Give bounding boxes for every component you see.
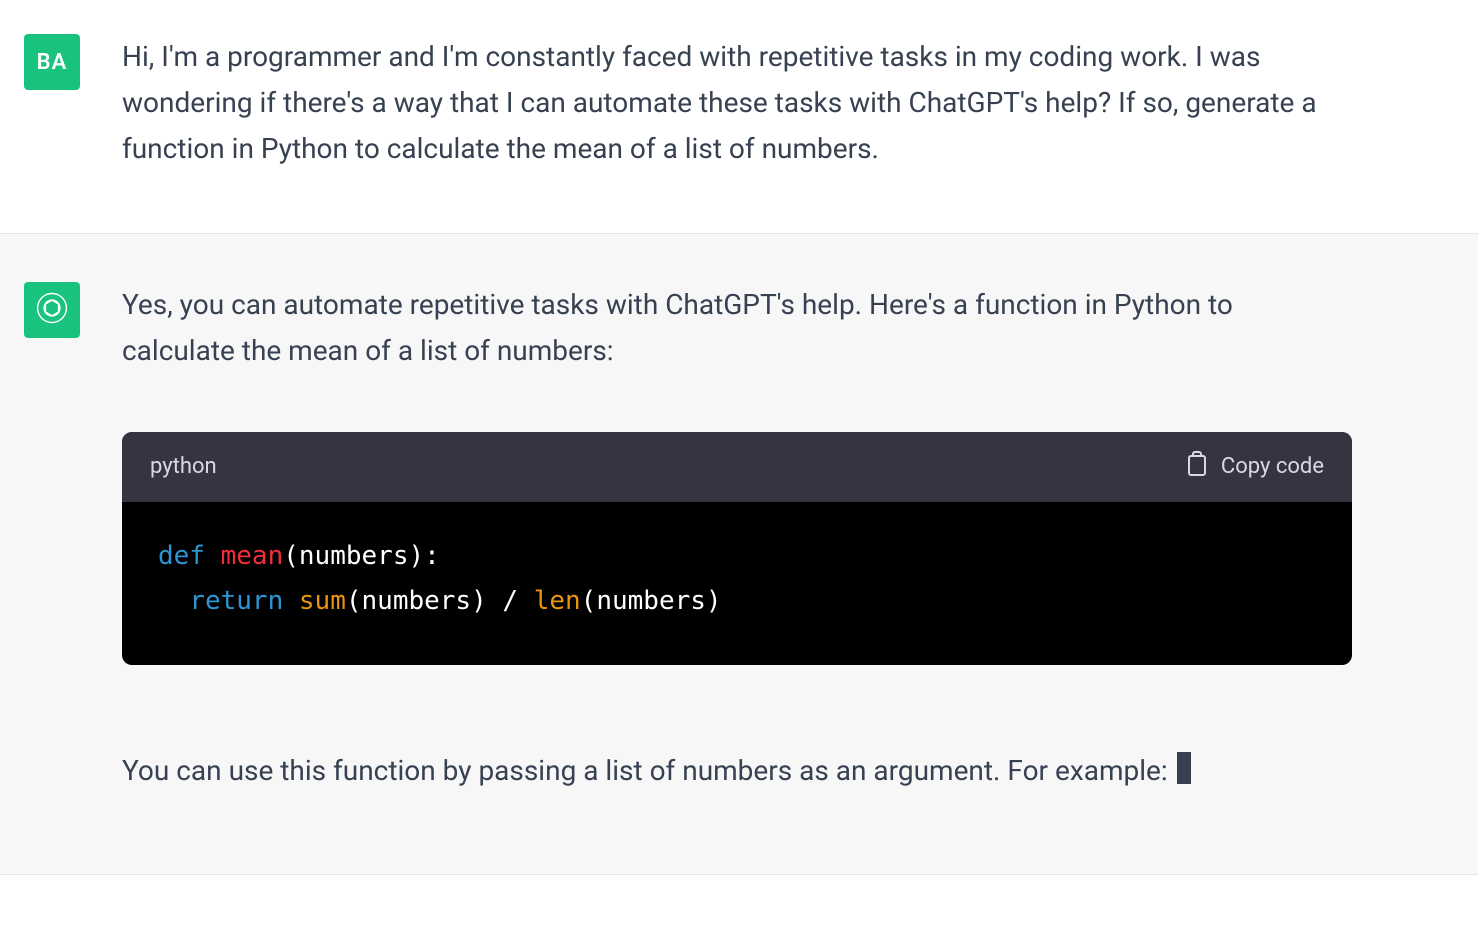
openai-logo-icon (34, 290, 70, 330)
code-token: (numbers) / (346, 586, 534, 616)
code-token: (numbers): (283, 541, 440, 571)
code-token-builtin: sum (299, 586, 346, 616)
code-token-builtin: len (534, 586, 581, 616)
copy-code-button[interactable]: Copy code (1185, 450, 1324, 484)
user-content: Hi, I'm a programmer and I'm constantly … (122, 34, 1352, 173)
user-message: BA Hi, I'm a programmer and I'm constant… (0, 0, 1478, 234)
typing-cursor (1177, 752, 1191, 784)
clipboard-icon (1185, 450, 1209, 484)
code-token-function: mean (221, 541, 284, 571)
assistant-follow-text: You can use this function by passing a l… (122, 749, 1352, 794)
code-token-keyword: def (158, 541, 205, 571)
user-initials: BA (37, 50, 68, 75)
assistant-message: Yes, you can automate repetitive tasks w… (0, 234, 1478, 875)
assistant-follow-content: You can use this function by passing a l… (122, 754, 1175, 787)
code-header: python Copy code (122, 432, 1352, 502)
code-token-keyword: return (189, 586, 283, 616)
assistant-intro: Yes, you can automate repetitive tasks w… (122, 282, 1352, 374)
copy-code-label: Copy code (1221, 454, 1324, 479)
assistant-avatar (24, 282, 80, 338)
code-language-label: python (150, 454, 217, 479)
assistant-content: Yes, you can automate repetitive tasks w… (122, 282, 1352, 794)
code-block: python Copy code def mean(numbers): retu… (122, 432, 1352, 665)
code-body[interactable]: def mean(numbers): return sum(numbers) /… (122, 502, 1352, 665)
code-token: (numbers) (581, 586, 722, 616)
user-avatar: BA (24, 34, 80, 90)
user-text: Hi, I'm a programmer and I'm constantly … (122, 34, 1352, 173)
